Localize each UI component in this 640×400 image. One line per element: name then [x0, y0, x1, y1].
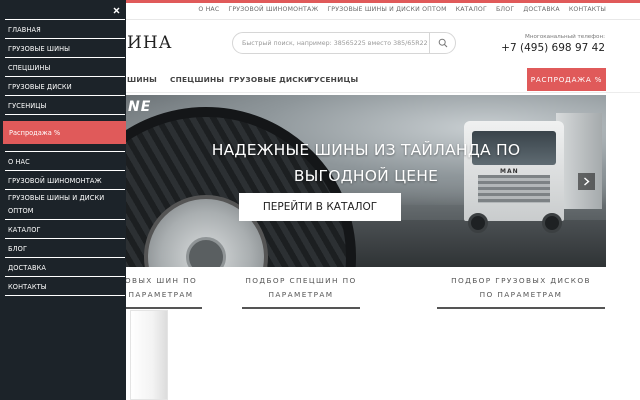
drawer-item-tire-service[interactable]: ГРУЗОВОЙ ШИНОМОНТАЖ	[0, 171, 126, 190]
drawer-sale-button[interactable]: Распродажа %	[3, 121, 126, 144]
phone-number[interactable]: +7 (495) 698 97 42	[501, 42, 605, 54]
search-box	[232, 32, 456, 54]
catnav-special-tires[interactable]: СПЕЦШИНЫ	[170, 75, 224, 84]
top-nav: О НАС ГРУЗОВОЙ ШИНОМОНТАЖ ГРУЗОВЫЕ ШИНЫ …	[198, 6, 606, 13]
drawer-item-wholesale[interactable]: ГРУЗОВЫЕ ШИНЫ И ДИСКИ ОПТОМ	[0, 190, 126, 220]
truck-tire-picker-link[interactable]: ОВЫХ ШИН ПО ПАРАМЕТРАМ	[120, 274, 202, 309]
picker-label: ПАРАМЕТРАМ	[268, 290, 334, 299]
close-menu-button[interactable]	[110, 4, 122, 16]
topnav-tire-service-link[interactable]: ГРУЗОВОЙ ШИНОМОНТАЖ	[228, 6, 318, 13]
topnav-catalog-link[interactable]: КАТАЛОГ	[456, 6, 487, 13]
topnav-contacts-link[interactable]: КОНТАКТЫ	[569, 6, 606, 13]
slider-next-button[interactable]	[578, 173, 595, 190]
drawer-item-home[interactable]: ГЛАВНАЯ	[0, 20, 126, 39]
go-to-catalog-button[interactable]: ПЕРЕЙТИ В КАТАЛОГ	[239, 193, 401, 221]
drawer-item-catalog[interactable]: КАТАЛОГ	[0, 220, 126, 239]
close-icon	[113, 7, 119, 13]
chevron-right-icon	[584, 177, 590, 186]
drawer-item-delivery[interactable]: ДОСТАВКА	[0, 258, 126, 277]
topnav-delivery-link[interactable]: ДОСТАВКА	[523, 6, 560, 13]
hero-title-line: НАДЕЖНЫЕ ШИНЫ ИЗ ТАЙЛАНДА ПО	[211, 141, 521, 159]
hero-title: НАДЕЖНЫЕ ШИНЫ ИЗ ТАЙЛАНДА ПО ВЫГОДНОЙ ЦЕ…	[126, 137, 606, 189]
site-logo[interactable]: ИНА	[127, 33, 173, 53]
search-icon	[438, 38, 447, 48]
phone-caption: Многоканальный телефон:	[525, 34, 605, 40]
drawer-item-blog[interactable]: БЛОГ	[0, 239, 126, 258]
topnav-about-link[interactable]: О НАС	[198, 6, 219, 13]
catnav-tracks[interactable]: ГУСЕНИЦЫ	[309, 75, 358, 84]
truck-wheel	[468, 213, 488, 233]
picker-label: ОВЫХ ШИН ПО	[124, 276, 198, 285]
tire-hub-core	[186, 237, 226, 267]
search-input[interactable]	[242, 37, 432, 50]
drawer-item-tracks[interactable]: ГУСЕНИЦЫ	[0, 96, 126, 115]
mobile-menu-drawer: ГЛАВНАЯ ГРУЗОВЫЕ ШИНЫ СПЕЦШИНЫ ГРУЗОВЫЕ …	[0, 0, 126, 400]
picker-underline	[437, 307, 605, 309]
topnav-blog-link[interactable]: БЛОГ	[496, 6, 514, 13]
drawer-item-truck-tires[interactable]: ГРУЗОВЫЕ ШИНЫ	[0, 39, 126, 58]
picker-underline	[242, 307, 360, 309]
hero-slider: MAN NE НАДЕЖНЫЕ ШИНЫ ИЗ ТАЙЛАНДА ПО ВЫГО…	[126, 95, 606, 267]
picker-underline	[120, 307, 202, 309]
hero-brand-logo: NE	[128, 99, 152, 115]
picker-label: ПО ПАРАМЕТРАМ	[479, 290, 563, 299]
drawer-item-about[interactable]: О НАС	[0, 152, 126, 171]
catnav-tires[interactable]: ШИНЫ	[127, 75, 157, 84]
special-tire-picker-link[interactable]: ПОДБОР СПЕЦШИН ПО ПАРАМЕТРАМ	[242, 274, 360, 309]
search-button[interactable]	[429, 32, 455, 54]
topnav-wholesale-link[interactable]: ГРУЗОВЫЕ ШИНЫ И ДИСКИ ОПТОМ	[327, 6, 446, 13]
truck-wheel-picker-link[interactable]: ПОДБОР ГРУЗОВЫХ ДИСКОВ ПО ПАРАМЕТРАМ	[437, 274, 605, 309]
product-preview-image	[130, 310, 168, 400]
hero-title-line: ВЫГОДНОЙ ЦЕНЕ	[293, 167, 439, 185]
catnav-truck-wheels[interactable]: ГРУЗОВЫЕ ДИСКИ	[229, 75, 311, 84]
picker-label: ПАРАМЕТРАМ	[128, 290, 194, 299]
sale-button[interactable]: РАСПРОДАЖА %	[527, 68, 606, 91]
drawer-item-contacts[interactable]: КОНТАКТЫ	[0, 277, 126, 296]
drawer-item-truck-wheels[interactable]: ГРУЗОВЫЕ ДИСКИ	[0, 77, 126, 96]
drawer-catalog-menu: ГЛАВНАЯ ГРУЗОВЫЕ ШИНЫ СПЕЦШИНЫ ГРУЗОВЫЕ …	[0, 20, 126, 115]
drawer-info-menu: О НАС ГРУЗОВОЙ ШИНОМОНТАЖ ГРУЗОВЫЕ ШИНЫ …	[0, 152, 126, 296]
drawer-item-special-tires[interactable]: СПЕЦШИНЫ	[0, 58, 126, 77]
picker-label: ПОДБОР СПЕЦШИН ПО	[245, 276, 357, 285]
truck-wheel	[542, 213, 562, 233]
picker-label: ПОДБОР ГРУЗОВЫХ ДИСКОВ	[451, 276, 591, 285]
